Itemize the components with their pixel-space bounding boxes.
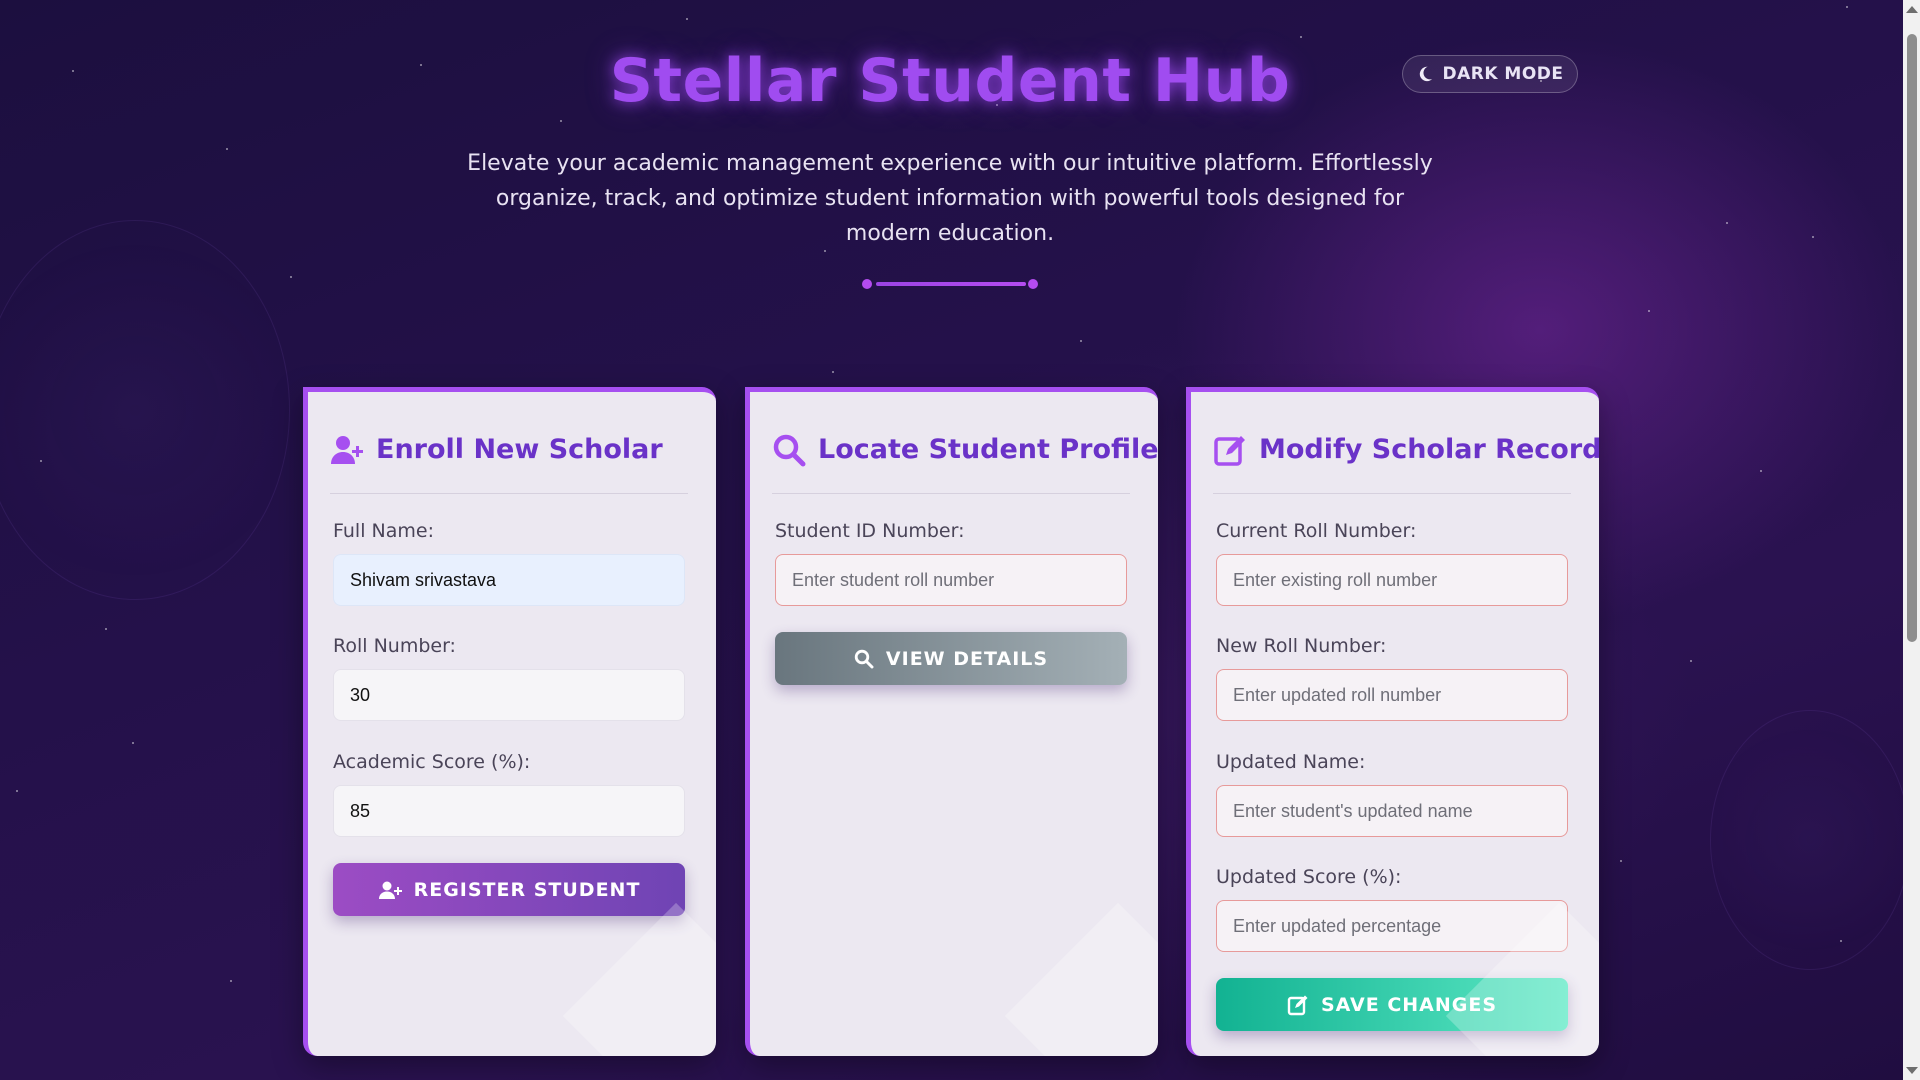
academic-score-label: Academic Score (%): (333, 751, 531, 773)
current-roll-input[interactable] (1216, 554, 1568, 606)
edit-icon (1214, 435, 1245, 466)
register-student-button[interactable]: REGISTER STUDENT (333, 863, 685, 916)
dark-mode-toggle[interactable]: DARK MODE (1402, 55, 1578, 93)
roll-number-input[interactable] (333, 669, 685, 721)
page-subtitle: Elevate your academic management experie… (467, 151, 1433, 246)
save-changes-button-label: SAVE CHANGES (1320, 993, 1498, 1016)
search-icon (854, 649, 874, 668)
scroll-up-arrow-icon[interactable] (1906, 6, 1918, 13)
new-roll-input[interactable] (1216, 669, 1568, 721)
academic-score-input[interactable] (333, 785, 685, 837)
register-student-button-label: REGISTER STUDENT (413, 878, 641, 901)
save-changes-button[interactable]: SAVE CHANGES (1216, 978, 1568, 1031)
full-name-input[interactable] (333, 554, 685, 606)
edit-icon (1287, 995, 1308, 1015)
modify-card-header: Modify Scholar Records (1213, 424, 1599, 494)
view-details-button[interactable]: VIEW DETAILS (775, 632, 1127, 685)
moon-icon (1420, 66, 1433, 82)
decorative-orb (0, 220, 290, 600)
student-id-input[interactable] (775, 554, 1127, 606)
updated-name-input[interactable] (1216, 785, 1568, 837)
student-id-label: Student ID Number: (775, 520, 965, 542)
page-title: Stellar Student Hub (609, 46, 1291, 116)
updated-name-label: Updated Name: (1216, 751, 1366, 773)
locate-card-header: Locate Student Profile (772, 424, 1158, 494)
search-icon (773, 434, 806, 466)
dark-mode-toggle-label: DARK MODE (1442, 64, 1564, 84)
updated-score-input[interactable] (1216, 900, 1568, 952)
scrollbar-thumb[interactable] (1907, 34, 1917, 642)
scroll-down-arrow-icon[interactable] (1906, 1067, 1918, 1074)
locate-card: Locate Student Profile Student ID Number… (745, 387, 1158, 1056)
user-plus-icon (331, 435, 363, 464)
decorative-orb (1710, 710, 1910, 970)
roll-number-label: Roll Number: (333, 635, 456, 657)
current-roll-label: Current Roll Number: (1216, 520, 1417, 542)
modify-card-title: Modify Scholar Records (1259, 434, 1599, 465)
user-plus-icon (378, 881, 402, 899)
enroll-card: Enroll New Scholar Full Name: Roll Numbe… (303, 387, 716, 1056)
enroll-card-title: Enroll New Scholar (376, 434, 663, 465)
modify-card: Modify Scholar Records Current Roll Numb… (1186, 387, 1599, 1056)
page-scrollbar[interactable] (1903, 0, 1920, 1080)
view-details-button-label: VIEW DETAILS (885, 647, 1049, 670)
full-name-label: Full Name: (333, 520, 434, 542)
header-divider (862, 278, 1040, 290)
updated-score-label: Updated Score (%): (1216, 866, 1402, 888)
locate-card-title: Locate Student Profile (818, 434, 1158, 465)
enroll-card-header: Enroll New Scholar (330, 424, 688, 494)
new-roll-label: New Roll Number: (1216, 635, 1387, 657)
